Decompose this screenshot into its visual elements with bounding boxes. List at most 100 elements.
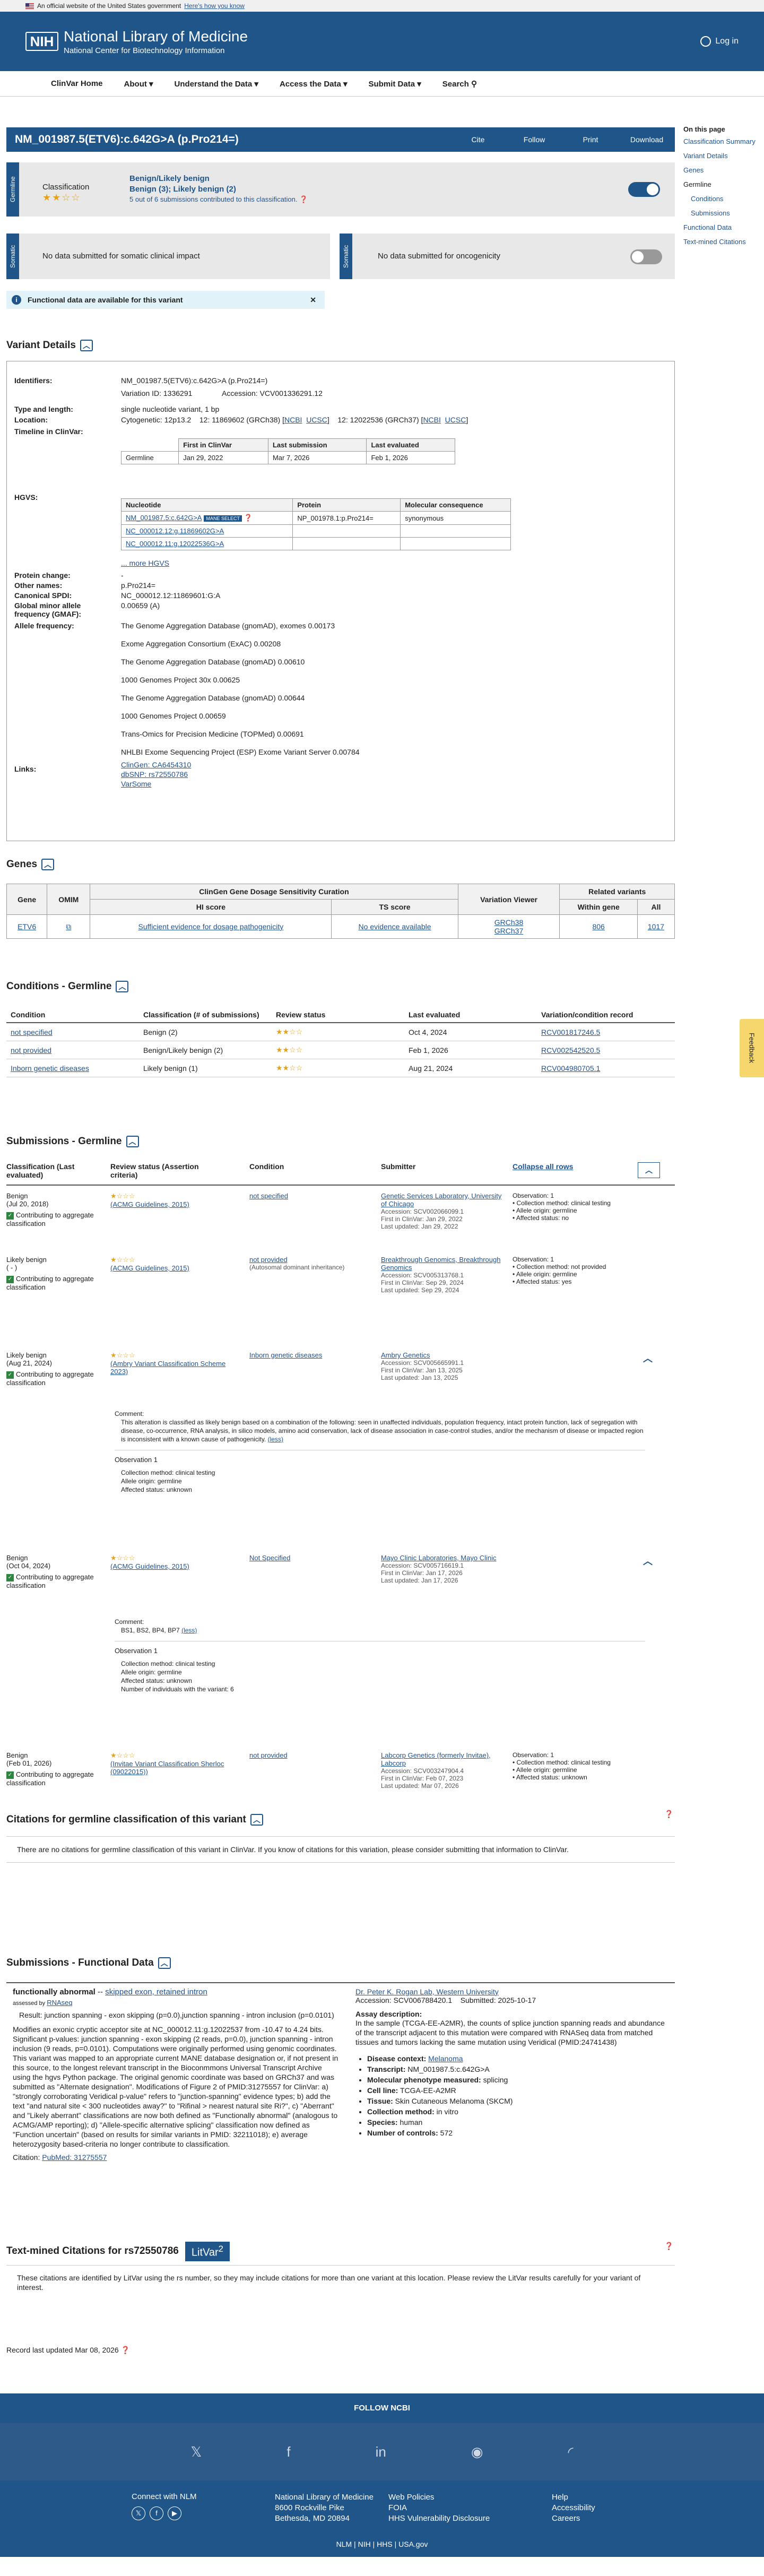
submitter-link[interactable]: Breakthrough Genomics, Breakthrough Geno… (381, 1256, 503, 1272)
foia-link[interactable]: FOIA (388, 2503, 490, 2513)
criteria-link[interactable]: (ACMG Guidelines, 2015) (110, 1562, 238, 1570)
ncbi-link-38[interactable]: NCBI (284, 416, 302, 424)
accessibility-link[interactable]: Accessibility (552, 2503, 595, 2513)
nav-submit[interactable]: Submit Data ▾ (369, 79, 421, 89)
oncogenicity-toggle[interactable] (630, 249, 662, 264)
clingen-link[interactable]: ClinGen: CA6454310 (121, 760, 191, 769)
gene-etv6-link[interactable]: ETV6 (18, 922, 36, 931)
collapse-chevron-icon[interactable]: ︿ (80, 340, 93, 351)
nav-about[interactable]: About ▾ (124, 79, 153, 89)
nav-search[interactable]: Search ⚲ (442, 79, 477, 89)
functional-tags[interactable]: skipped exon, retained intron (105, 1987, 207, 1996)
functional-submitter-link[interactable]: Dr. Peter K. Rogan Lab, Western Universi… (355, 1987, 668, 1996)
ucsc-link-37[interactable]: UCSC (445, 416, 466, 424)
login-button[interactable]: Log in (700, 36, 739, 47)
toc-genes[interactable]: Genes (683, 166, 704, 174)
facebook-icon[interactable]: f (286, 2444, 290, 2460)
cite-button[interactable]: Cite (450, 135, 506, 144)
heres-how-link[interactable]: Here's how you know (184, 2, 245, 10)
row-collapse-chevron-icon[interactable]: ︿ (643, 1351, 653, 1365)
toc-submissions[interactable]: Submissions (691, 209, 730, 217)
collapse-chevron-icon[interactable]: ︿ (126, 1136, 139, 1147)
sub-condition-link[interactable]: Inborn genetic diseases (249, 1351, 322, 1359)
rcv-link[interactable]: RCV001817246.5 (541, 1028, 600, 1036)
hhs-vulnerability-link[interactable]: HHS Vulnerability Disclosure (388, 2513, 490, 2524)
toc-classification-summary[interactable]: Classification Summary (683, 137, 756, 145)
germline-toggle[interactable] (628, 182, 660, 197)
hgvs-nucleotide-3[interactable]: NC_000012.11:g.12022536G>A (126, 540, 224, 548)
sub-condition-link[interactable]: not provided (249, 1751, 288, 1759)
toc-germline[interactable]: Germline (683, 180, 711, 188)
more-hgvs-link[interactable]: ... more HGVS (121, 559, 169, 567)
collapse-chevron-icon[interactable]: ︿ (638, 1162, 660, 1178)
facebook-icon[interactable]: f (150, 2506, 163, 2520)
dbsnp-link[interactable]: dbSNP: rs72550786 (121, 770, 188, 779)
print-button[interactable]: Print (562, 135, 619, 144)
litvar-logo[interactable]: LitVar2 (185, 2242, 230, 2261)
less-link[interactable]: (less) (181, 1627, 197, 1634)
nav-understand[interactable]: Understand the Data ▾ (175, 79, 258, 89)
nih-link[interactable]: NIH (358, 2540, 371, 2548)
hgvs-nucleotide-1[interactable]: NM_001987.5:c.642G>A (126, 514, 202, 522)
linkedin-icon[interactable]: in (376, 2444, 386, 2460)
criteria-link[interactable]: (Ambry Variant Classification Scheme 202… (110, 1360, 238, 1376)
ncbi-link-37[interactable]: NCBI (423, 416, 440, 424)
nih-logo[interactable]: NIH (25, 32, 58, 51)
help-icon[interactable]: ❓ (299, 195, 308, 203)
within-gene-link[interactable]: 806 (592, 922, 604, 931)
github-icon[interactable]: ◉ (471, 2444, 483, 2460)
criteria-link[interactable]: (ACMG Guidelines, 2015) (110, 1200, 238, 1208)
sub-condition-link[interactable]: not provided (249, 1256, 371, 1264)
toc-conditions[interactable]: Conditions (691, 195, 723, 203)
collapse-chevron-icon[interactable]: ︿ (41, 859, 55, 870)
ucsc-link-38[interactable]: UCSC (306, 416, 327, 424)
varsome-link[interactable]: VarSome (121, 780, 151, 788)
toc-functional-data[interactable]: Functional Data (683, 223, 732, 231)
grch38-link[interactable]: GRCh38 (494, 918, 523, 927)
classification-value[interactable]: Benign/Likely benign (129, 174, 210, 183)
usagov-link[interactable]: USA.gov (398, 2540, 428, 2548)
all-variants-link[interactable]: 1017 (648, 922, 664, 931)
collapse-chevron-icon[interactable]: ︿ (250, 1814, 263, 1826)
row-collapse-chevron-icon[interactable]: ︿ (643, 1554, 653, 1568)
download-button[interactable]: Download (619, 135, 675, 144)
follow-button[interactable]: Follow (506, 135, 562, 144)
hgvs-nucleotide-2[interactable]: NC_000012.12:g.11869602G>A (126, 527, 224, 535)
nlm-link[interactable]: NLM (336, 2540, 352, 2548)
pubmed-link[interactable]: PubMed: 31275557 (42, 2153, 107, 2162)
help-icon[interactable]: ❓ (121, 2346, 130, 2354)
collapse-chevron-icon[interactable]: ︿ (158, 1957, 171, 1969)
help-icon[interactable]: ❓ (664, 1810, 673, 1819)
submitter-link[interactable]: Genetic Services Laboratory, University … (381, 1192, 503, 1208)
toc-variant-details[interactable]: Variant Details (683, 152, 728, 160)
hhs-link[interactable]: HHS (377, 2540, 393, 2548)
submitter-link[interactable]: Labcorp Genetics (formerly Invitae), Lab… (381, 1751, 503, 1767)
condition-link[interactable]: not specified (11, 1028, 53, 1036)
rcv-link[interactable]: RCV002542520.5 (541, 1046, 600, 1054)
disease-context-link[interactable]: Melanoma (428, 2054, 463, 2063)
criteria-link[interactable]: (Invitae Variant Classification Sherloc … (110, 1760, 238, 1776)
submitter-link[interactable]: Ambry Genetics (381, 1351, 503, 1359)
ts-score-link[interactable]: No evidence available (359, 922, 431, 931)
condition-link[interactable]: not provided (11, 1046, 51, 1054)
feedback-tab[interactable]: Feedback (740, 1019, 764, 1077)
nav-clinvar-home[interactable]: ClinVar Home (51, 79, 103, 88)
help-icon[interactable]: ❓ (244, 514, 253, 522)
sub-condition-link[interactable]: not specified (249, 1192, 288, 1200)
external-link-icon[interactable]: ⧉ (66, 922, 71, 931)
x-icon[interactable]: 𝕏 (190, 2444, 202, 2460)
help-icon[interactable]: ❓ (664, 2242, 673, 2251)
toc-text-mined-citations[interactable]: Text-mined Citations (683, 238, 746, 246)
rss-icon[interactable]: ◜ (568, 2444, 574, 2460)
collapse-chevron-icon[interactable]: ︿ (116, 981, 129, 992)
nav-access[interactable]: Access the Data ▾ (280, 79, 348, 89)
rnaseq-link[interactable]: RNAseq (47, 1999, 72, 2007)
careers-link[interactable]: Careers (552, 2513, 595, 2524)
collapse-all-rows[interactable]: Collapse all rows (513, 1162, 573, 1171)
close-icon[interactable]: ✕ (310, 296, 316, 305)
hi-score-link[interactable]: Sufficient evidence for dosage pathogeni… (138, 922, 284, 931)
grch37-link[interactable]: GRCh37 (494, 927, 523, 935)
submitter-link[interactable]: Mayo Clinic Laboratories, Mayo Clinic (381, 1554, 503, 1562)
x-icon[interactable]: 𝕏 (132, 2506, 145, 2520)
nlm-name[interactable]: National Library of Medicine (275, 2492, 374, 2503)
